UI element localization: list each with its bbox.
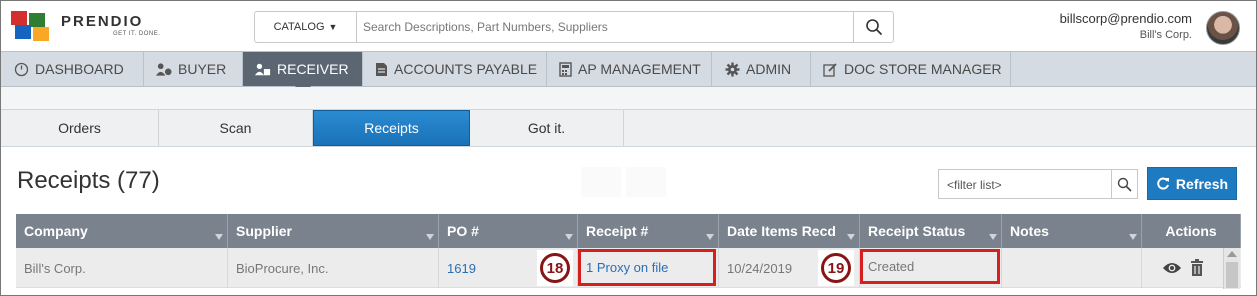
placeholder-block bbox=[626, 167, 666, 197]
receipt-link[interactable]: 1 Proxy on file bbox=[586, 260, 668, 275]
cell-company: Bill's Corp. bbox=[16, 248, 228, 288]
view-eye-icon[interactable] bbox=[1162, 261, 1182, 275]
scroll-up-icon[interactable] bbox=[1227, 251, 1237, 257]
column-header-po[interactable]: PO # bbox=[439, 214, 578, 248]
callout-number: 18 bbox=[540, 253, 570, 283]
main-nav: DASHBOARD BUYER RECEIVER ACCOUNTS PAYABL… bbox=[1, 51, 1256, 94]
nav-dashboard[interactable]: DASHBOARD bbox=[1, 52, 144, 86]
document-icon bbox=[375, 61, 388, 77]
receipt-highlight-box: 1 Proxy on file bbox=[578, 249, 716, 286]
column-header-date-recd[interactable]: Date Items Recd bbox=[719, 214, 860, 248]
global-search: CATALOG ▼ bbox=[254, 11, 894, 43]
nav-dashboard-label: DASHBOARD bbox=[35, 61, 124, 77]
callout-number: 19 bbox=[821, 253, 851, 283]
status-value: Created bbox=[868, 259, 915, 274]
search-icon bbox=[1117, 177, 1132, 192]
sort-caret-icon[interactable] bbox=[1129, 234, 1137, 240]
sort-caret-icon[interactable] bbox=[847, 234, 855, 240]
delete-trash-icon[interactable] bbox=[1190, 259, 1204, 277]
nav-doc-store-manager[interactable]: DOC STORE MANAGER bbox=[811, 52, 1011, 86]
filter-search-button[interactable] bbox=[1111, 170, 1137, 198]
buyer-icon bbox=[156, 61, 172, 77]
search-icon bbox=[865, 19, 882, 36]
dashboard-icon bbox=[13, 61, 29, 77]
edit-icon bbox=[823, 61, 838, 77]
nav-spacer bbox=[1, 87, 1256, 109]
tab-got-it[interactable]: Got it. bbox=[470, 110, 624, 146]
nav-buyer[interactable]: BUYER bbox=[144, 52, 243, 86]
sort-caret-icon[interactable] bbox=[565, 234, 573, 240]
column-header-notes[interactable]: Notes bbox=[1002, 214, 1142, 248]
filter-input[interactable] bbox=[947, 176, 1107, 194]
refresh-button[interactable]: Refresh bbox=[1147, 167, 1237, 200]
catalog-label: CATALOG bbox=[273, 21, 325, 33]
nav-admin-label: ADMIN bbox=[746, 61, 792, 77]
user-email[interactable]: billscorp@prendio.com bbox=[1060, 11, 1192, 26]
brand-name: PRENDIO bbox=[61, 13, 144, 30]
refresh-label: Refresh bbox=[1175, 175, 1229, 192]
column-header-company[interactable]: Company bbox=[16, 214, 228, 248]
callout-19: 19 bbox=[818, 250, 854, 286]
search-button[interactable] bbox=[853, 12, 893, 42]
nav-admin[interactable]: ADMIN bbox=[712, 52, 811, 86]
nav-doc-store-manager-label: DOC STORE MANAGER bbox=[844, 61, 1002, 77]
sort-caret-icon[interactable] bbox=[215, 234, 223, 240]
tab-receipts[interactable]: Receipts bbox=[313, 110, 470, 146]
page-title: Receipts (77) bbox=[17, 167, 160, 194]
catalog-dropdown[interactable]: CATALOG ▼ bbox=[255, 12, 357, 42]
placeholder-block bbox=[581, 167, 621, 197]
calculator-icon bbox=[559, 61, 572, 77]
column-header-receipt[interactable]: Receipt # bbox=[578, 214, 719, 248]
nav-accounts-payable[interactable]: ACCOUNTS PAYABLE bbox=[363, 52, 547, 86]
brand-tagline: GET IT. DONE. bbox=[113, 31, 161, 37]
column-header-supplier[interactable]: Supplier bbox=[228, 214, 439, 248]
nav-buyer-label: BUYER bbox=[178, 61, 227, 77]
sort-caret-icon[interactable] bbox=[706, 234, 714, 240]
table-header: Company Supplier PO # Receipt # Date Ite… bbox=[16, 214, 1241, 248]
prendio-logo[interactable] bbox=[9, 9, 53, 43]
receiver-icon bbox=[255, 61, 271, 77]
column-header-actions: Actions bbox=[1142, 214, 1241, 248]
nav-ap-management[interactable]: AP MANAGEMENT bbox=[547, 52, 712, 86]
refresh-icon bbox=[1157, 177, 1169, 189]
nav-receiver-label: RECEIVER bbox=[277, 61, 349, 77]
table-scrollbar[interactable] bbox=[1223, 248, 1240, 289]
cell-actions bbox=[1142, 248, 1224, 288]
user-company: Bill's Corp. bbox=[1139, 29, 1192, 41]
sort-caret-icon[interactable] bbox=[426, 234, 434, 240]
sort-caret-icon[interactable] bbox=[989, 234, 997, 240]
column-header-receipt-status[interactable]: Receipt Status bbox=[860, 214, 1002, 248]
callout-18: 18 bbox=[537, 250, 573, 286]
tab-scan[interactable]: Scan bbox=[159, 110, 313, 146]
cell-notes bbox=[1002, 248, 1142, 288]
gear-icon bbox=[724, 61, 740, 77]
nav-receiver[interactable]: RECEIVER bbox=[243, 52, 363, 94]
sub-nav: Orders Scan Receipts Got it. bbox=[1, 109, 1256, 147]
search-input[interactable] bbox=[363, 17, 843, 37]
filter-box bbox=[938, 169, 1138, 199]
avatar[interactable] bbox=[1206, 11, 1240, 45]
scroll-thumb[interactable] bbox=[1226, 262, 1238, 288]
nav-ap-management-label: AP MANAGEMENT bbox=[578, 61, 701, 77]
status-highlight-box: Created bbox=[860, 249, 1000, 284]
nav-accounts-payable-label: ACCOUNTS PAYABLE bbox=[394, 61, 538, 77]
cell-supplier: BioProcure, Inc. bbox=[228, 248, 439, 288]
tab-orders[interactable]: Orders bbox=[1, 110, 159, 146]
caret-down-icon: ▼ bbox=[328, 22, 338, 32]
